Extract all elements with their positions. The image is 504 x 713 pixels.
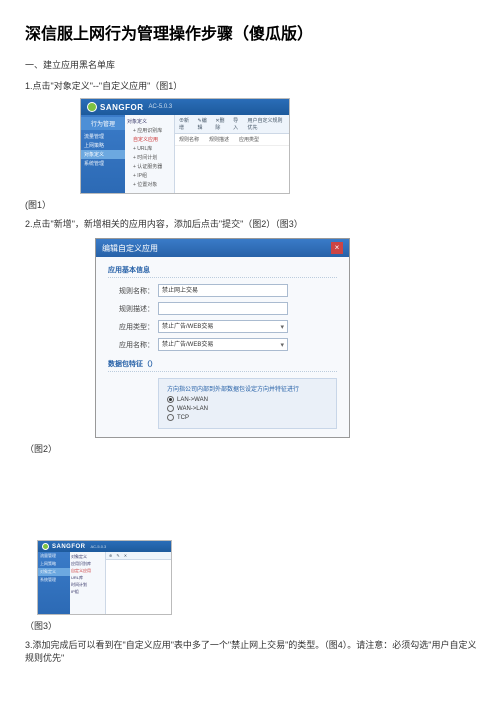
caption-2: （图2）	[25, 442, 479, 455]
section-label: 数据包特征（）	[108, 359, 337, 372]
col-header: 应用类型	[239, 136, 259, 143]
radio-icon	[167, 414, 174, 421]
page-title: 深信服上网行为管理操作步骤（傻瓜版）	[25, 20, 479, 44]
nav-heading: 行为管理	[81, 117, 125, 130]
tree-item[interactable]: 应用识别库	[71, 560, 104, 567]
nav-panel: 流量管理 上网策略 对象定义 系统管理	[38, 552, 70, 614]
tree-item[interactable]: URL库	[71, 574, 104, 581]
nav-item-active[interactable]: 对象定义	[38, 568, 70, 576]
model-text: AC-5.0.3	[91, 544, 107, 549]
priority-checkbox[interactable]: 用户自定义规则优先	[248, 117, 286, 131]
field-label: 应用类型：	[108, 322, 154, 332]
logo-icon	[87, 102, 97, 112]
field-label: 应用名称：	[108, 340, 154, 350]
tree-item[interactable]: + 认证服务器	[127, 162, 172, 171]
tree-panel: 对象定义 应用识别库 自定义应用 URL库 时间计划 IP组	[70, 552, 106, 614]
nav-item[interactable]: 系统管理	[81, 159, 125, 168]
nav-item[interactable]: 上网策略	[81, 141, 125, 150]
caption-1: (图1）	[25, 198, 479, 211]
radio-icon	[167, 396, 174, 403]
content-panel: ⊕ ✎ ✕	[106, 552, 171, 614]
tree-item[interactable]: + 时间计划	[127, 153, 172, 162]
delete-button[interactable]: ✕	[124, 553, 127, 558]
radio-option[interactable]: LAN->WAN	[167, 396, 328, 403]
dialog-title-text: 编辑自定义应用	[102, 243, 158, 254]
tree-item[interactable]: + 位置对象	[127, 180, 172, 189]
tree-item[interactable]: 对象定义	[127, 117, 172, 126]
toolbar: ⊕ ✎ ✕	[106, 552, 171, 560]
content-panel: ⊕新增 ✎编辑 ✕删除 导入 用户自定义规则优先 规则名称 规则描述 应用类型	[175, 115, 289, 193]
tree-item-active[interactable]: 自定义应用	[71, 567, 104, 574]
nav-item[interactable]: 上网策略	[38, 560, 70, 568]
nav-item[interactable]: 流量管理	[81, 132, 125, 141]
radio-label: TCP	[177, 415, 189, 421]
brand-text: SANGFOR	[100, 103, 144, 112]
app-header: SANGFOR AC-5.0.3	[81, 99, 289, 115]
tree-item[interactable]: IP组	[71, 588, 104, 595]
desc-input[interactable]	[158, 302, 288, 315]
screenshot-1: SANGFOR AC-5.0.3 行为管理 流量管理 上网策略 对象定义 系统管…	[80, 98, 290, 194]
nav-item[interactable]: 系统管理	[38, 576, 70, 584]
apptype-select[interactable]: 禁止广告/WEB交易	[158, 320, 288, 333]
add-button[interactable]: ⊕新增	[179, 117, 192, 131]
nav-panel: 行为管理 流量管理 上网策略 对象定义 系统管理	[81, 115, 125, 193]
model-text: AC-5.0.3	[149, 104, 173, 110]
screenshot-2-dialog: 编辑自定义应用 × 应用基本信息 规则名称： 禁止网上交易 规则描述： 应用类型…	[95, 238, 350, 438]
close-icon[interactable]: ×	[331, 242, 343, 254]
logo-icon	[42, 543, 49, 550]
field-label: 规则名称：	[108, 286, 154, 296]
tree-item[interactable]: 对象定义	[71, 553, 104, 560]
brand-text: SANGFOR	[52, 544, 86, 550]
tree-item[interactable]: + 应用识别库	[127, 126, 172, 135]
field-label: 规则描述：	[108, 304, 154, 314]
tree-panel: 对象定义 + 应用识别库 自定义应用 + URL库 + 时间计划 + 认证服务器…	[125, 115, 175, 193]
table-header: 规则名称 规则描述 应用类型	[175, 134, 289, 146]
tree-item[interactable]: 时间计划	[71, 581, 104, 588]
step-3-text: 3.添加完成后可以看到在"自定义应用"表中多了一个"禁止网上交易"的类型。（图4…	[25, 638, 479, 664]
radio-label: WAN->LAN	[177, 406, 208, 412]
edit-button[interactable]: ✎	[116, 553, 119, 558]
nav-item-active[interactable]: 对象定义	[81, 150, 125, 159]
dialog-titlebar: 编辑自定义应用 ×	[96, 239, 349, 257]
section-heading: 一、建立应用黑名单库	[25, 58, 479, 71]
app-header: SANGFOR AC-5.0.3	[38, 541, 171, 552]
rule-box: 方向指公司内部到外部数据包设定方向并特征进行 LAN->WAN WAN->LAN…	[158, 378, 337, 429]
tree-item[interactable]: + IP组	[127, 171, 172, 180]
tree-item-active[interactable]: 自定义应用	[127, 135, 172, 144]
step-2-text: 2.点击"新增"，新增相关的应用内容，添加后点击"提交"（图2）（图3）	[25, 217, 479, 230]
tree-item[interactable]: + URL库	[127, 144, 172, 153]
nav-item[interactable]: 流量管理	[38, 552, 70, 560]
section-label: 应用基本信息	[108, 265, 337, 278]
radio-option[interactable]: WAN->LAN	[167, 405, 328, 412]
radio-label: LAN->WAN	[177, 397, 208, 403]
col-header: 规则描述	[209, 136, 229, 143]
import-button[interactable]: 导入	[233, 117, 241, 131]
caption-3: （图3）	[25, 619, 479, 632]
radio-option[interactable]: TCP	[167, 414, 328, 421]
col-header: 规则名称	[179, 136, 199, 143]
radio-icon	[167, 405, 174, 412]
name-input[interactable]: 禁止网上交易	[158, 284, 288, 297]
add-button[interactable]: ⊕	[109, 553, 112, 558]
edit-button[interactable]: ✎编辑	[198, 117, 210, 131]
screenshot-3: SANGFOR AC-5.0.3 流量管理 上网策略 对象定义 系统管理 对象定…	[37, 540, 172, 615]
appname-select[interactable]: 禁止广告/WEB交易	[158, 338, 288, 351]
delete-button[interactable]: ✕删除	[215, 117, 227, 131]
rule-hint: 方向指公司内部到外部数据包设定方向并特征进行	[167, 384, 328, 393]
toolbar: ⊕新增 ✎编辑 ✕删除 导入 用户自定义规则优先	[175, 115, 289, 134]
step-1-text: 1.点击"对象定义"--"自定义应用"（图1）	[25, 79, 479, 92]
